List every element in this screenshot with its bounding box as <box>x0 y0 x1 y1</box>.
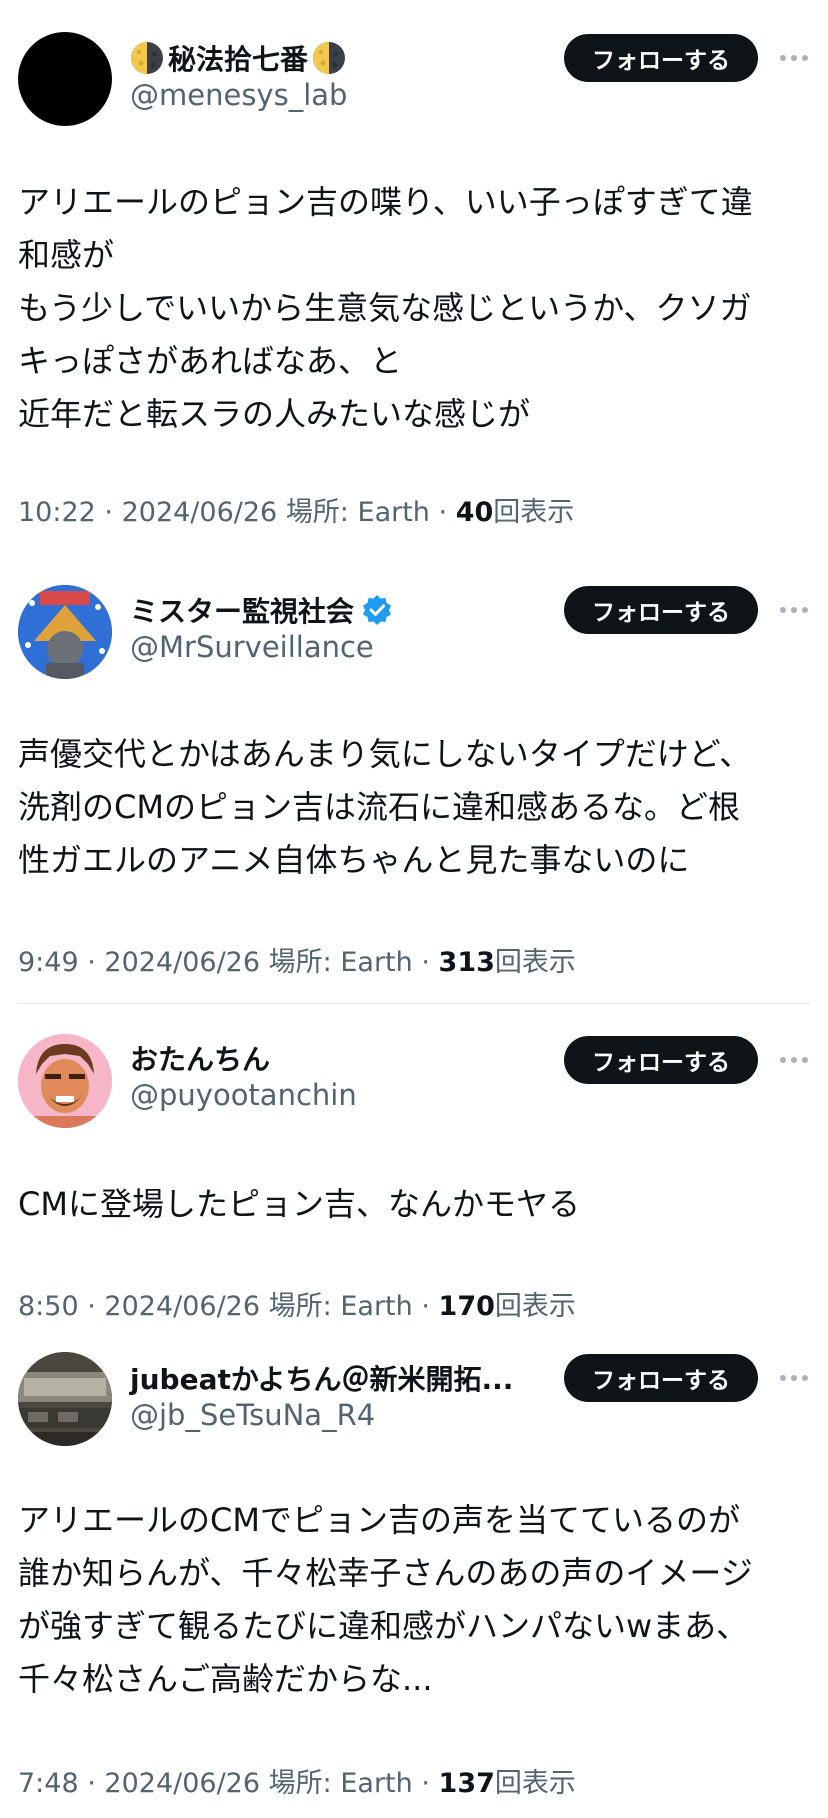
half-moon-emoji-icon <box>312 41 346 75</box>
tweet-time[interactable]: 8:50 <box>18 1291 79 1322</box>
tweet-meta: 8:50 · 2024/06/26 場所: Earth · 170回表示 <box>18 1284 576 1323</box>
meta-separator: · <box>421 947 430 978</box>
views-label[interactable]: 回表示 <box>495 1291 576 1322</box>
user-handle[interactable]: @menesys_lab <box>130 78 347 112</box>
views-count[interactable]: 40 <box>456 497 494 528</box>
user-name-row[interactable]: 秘法拾七番 <box>130 36 346 80</box>
tweet-text: CMに登場したピョン吉、なんかモヤる <box>18 1178 810 1231</box>
user-handle[interactable]: @puyootanchin <box>130 1078 357 1112</box>
tweet-meta: 10:22 · 2024/06/26 場所: Earth · 40回表示 <box>18 490 574 529</box>
avatar-illustration <box>18 585 112 679</box>
tweet-text-line: が強すぎて観るたびに違和感がハンパないwまあ、 <box>18 1607 749 1645</box>
avatar[interactable] <box>18 585 112 679</box>
views-label[interactable]: 回表示 <box>493 497 574 528</box>
location-label: 場所: <box>285 497 349 528</box>
tweet-meta: 7:48 · 2024/06/26 場所: Earth · 137回表示 <box>18 1761 576 1800</box>
tweet-text: アリエールのピョン吉の喋り、いい子っぽすぎて違 和感が もう少しでいいから生意気… <box>18 176 810 441</box>
tweet-text-line: 近年だと転スラの人みたいな感じが <box>18 395 531 433</box>
meta-separator: · <box>87 1768 96 1799</box>
meta-separator: · <box>87 1291 96 1322</box>
more-dots-icon <box>774 1358 814 1398</box>
meta-separator: · <box>438 497 448 528</box>
views-count[interactable]: 313 <box>439 947 495 978</box>
avatar-illustration <box>18 1352 112 1446</box>
tweet-date[interactable]: 2024/06/26 <box>122 497 278 528</box>
display-name: ミスター監視社会 <box>130 595 355 628</box>
more-dots-icon <box>774 590 814 630</box>
tweet-text: 声優交代とかはあんまり気にしないタイプだけど、 洗剤のCMのピョン吉は流石に違和… <box>18 728 810 887</box>
avatar[interactable] <box>18 32 112 126</box>
views-label[interactable]: 回表示 <box>495 1768 576 1799</box>
tweet-text-line: 千々松さんご高齢だからな... <box>18 1660 433 1698</box>
location-label: 場所: <box>268 1291 332 1322</box>
tweet-text-line: CMに登場したピョン吉、なんかモヤる <box>18 1185 580 1223</box>
avatar[interactable] <box>18 1352 112 1446</box>
meta-separator: · <box>421 1291 430 1322</box>
follow-button[interactable]: フォローする <box>564 34 758 82</box>
user-handle[interactable]: @MrSurveillance <box>130 630 374 664</box>
meta-separator: · <box>104 497 113 528</box>
tweet-time[interactable]: 10:22 <box>18 497 96 528</box>
tweet-text-line: 声優交代とかはあんまり気にしないタイプだけど、 <box>18 735 752 773</box>
location-value: Earth <box>340 1291 413 1322</box>
tweet-text-line: アリエールのCMでピョン吉の声を当てているのが <box>18 1501 740 1539</box>
avatar[interactable] <box>18 1034 112 1128</box>
location-value: Earth <box>357 497 430 528</box>
follow-button[interactable]: フォローする <box>564 1036 758 1084</box>
more-dots-icon <box>774 38 814 78</box>
tweet-date[interactable]: 2024/06/26 <box>104 947 260 978</box>
user-name-row[interactable]: jubeatかよちん＠新米開拓... <box>130 1356 513 1400</box>
user-name-row[interactable]: おたんちん <box>130 1036 270 1080</box>
follow-button[interactable]: フォローする <box>564 1354 758 1402</box>
follow-button[interactable]: フォローする <box>564 586 758 634</box>
tweet-meta: 9:49 · 2024/06/26 場所: Earth · 313回表示 <box>18 940 576 979</box>
meta-separator: · <box>87 947 96 978</box>
more-options-button[interactable] <box>774 590 814 630</box>
tweet-time[interactable]: 7:48 <box>18 1768 79 1799</box>
tweet-text-line: もう少しでいいから生意気な感じというか、クソガ <box>18 289 752 327</box>
tweet-date[interactable]: 2024/06/26 <box>104 1291 260 1322</box>
location-label: 場所: <box>268 1768 332 1799</box>
tweet-date[interactable]: 2024/06/26 <box>104 1768 260 1799</box>
location-label: 場所: <box>268 947 332 978</box>
display-name: jubeatかよちん＠新米開拓... <box>130 1363 514 1396</box>
more-options-button[interactable] <box>774 1040 814 1080</box>
more-dots-icon <box>774 1040 814 1080</box>
more-options-button[interactable] <box>774 1358 814 1398</box>
views-count[interactable]: 137 <box>439 1768 495 1799</box>
tweet-text-line: キっぽさがあればなあ、と <box>18 342 403 380</box>
verified-badge-icon <box>363 595 392 625</box>
half-moon-emoji-icon <box>130 41 164 75</box>
location-value: Earth <box>340 947 413 978</box>
tweet-text-line: 性ガエルのアニメ自体ちゃんと見た事ないのに <box>18 841 690 879</box>
tweet-text: アリエールのCMでピョン吉の声を当てているのが 誰か知らんが、千々松幸子さんのあ… <box>18 1494 810 1706</box>
display-name: おたんちん <box>130 1043 271 1076</box>
tweet-text-line: アリエールのピョン吉の喋り、いい子っぽすぎて違 <box>18 183 753 221</box>
tweet-text-line: 洗剤のCMのピョン吉は流石に違和感あるな。ど根 <box>18 788 740 826</box>
divider <box>18 1003 810 1004</box>
location-value: Earth <box>340 1768 413 1799</box>
display-name: 秘法拾七番 <box>168 43 309 76</box>
tweet-text-line: 和感が <box>18 236 115 274</box>
views-label[interactable]: 回表示 <box>495 947 576 978</box>
user-name-row[interactable]: ミスター監視社会 <box>130 588 392 632</box>
views-count[interactable]: 170 <box>439 1291 495 1322</box>
meta-separator: · <box>421 1768 430 1799</box>
tweet-text-line: 誰か知らんが、千々松幸子さんのあの声のイメージ <box>18 1554 753 1592</box>
user-handle[interactable]: @jb_SeTsuNa_R4 <box>130 1398 375 1432</box>
more-options-button[interactable] <box>774 38 814 78</box>
avatar-illustration <box>18 1034 112 1128</box>
tweet-time[interactable]: 9:49 <box>18 947 79 978</box>
